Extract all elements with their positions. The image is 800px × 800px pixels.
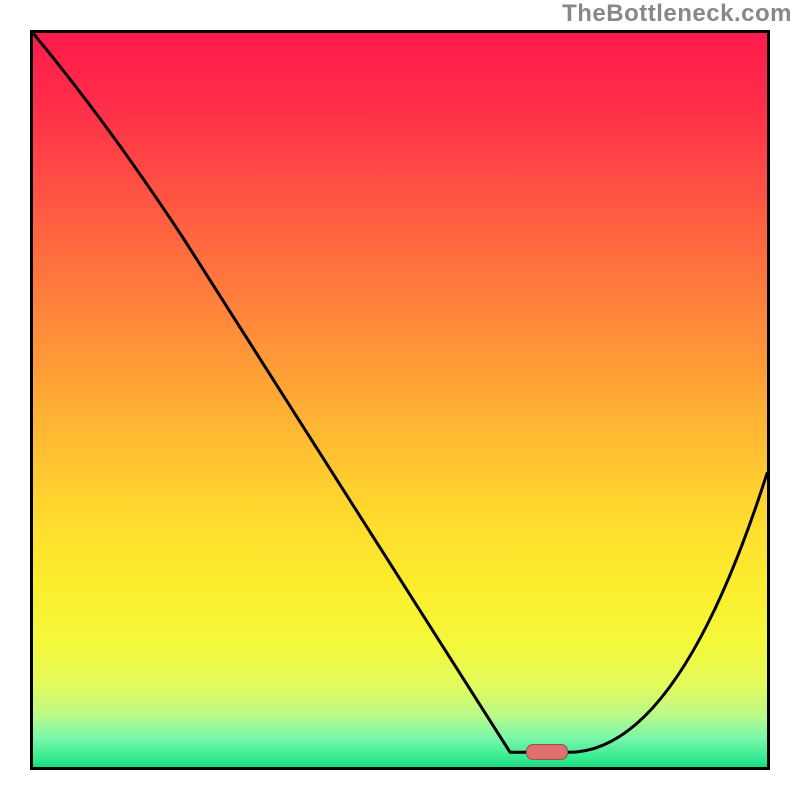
chart-frame: TheBottleneck.com [0, 0, 800, 800]
watermark-text: TheBottleneck.com [562, 0, 792, 28]
plot-area [30, 30, 770, 770]
optimal-marker [526, 744, 568, 760]
curve-line [33, 33, 767, 767]
